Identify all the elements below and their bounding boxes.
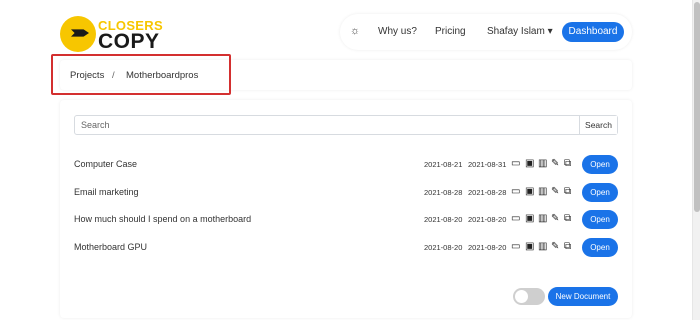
document-name[interactable]: How much should I spend on a motherboard xyxy=(74,214,251,224)
document-created-date: 2021-08-21 xyxy=(424,160,463,169)
folder-icon[interactable]: ▭ xyxy=(511,158,520,170)
document-name[interactable]: Motherboard GPU xyxy=(74,242,147,252)
document-created-date: 2021-08-20 xyxy=(424,243,463,252)
user-menu[interactable]: Shafay Islam ▾ xyxy=(487,26,553,37)
document-row: Motherboard GPU 2021-08-20 2021-08-20 ▭ … xyxy=(74,238,620,258)
logo-mark-icon xyxy=(60,16,96,52)
document-created-date: 2021-08-28 xyxy=(424,188,463,197)
view-toggle[interactable] xyxy=(513,288,545,305)
document-created-date: 2021-08-20 xyxy=(424,215,463,224)
document-name[interactable]: Email marketing xyxy=(74,187,139,197)
document-row: Computer Case 2021-08-21 2021-08-31 ▭ ▣ … xyxy=(74,155,620,175)
copy-icon[interactable]: ⧉ xyxy=(564,186,571,198)
folder-icon[interactable]: ▭ xyxy=(511,186,520,198)
page-scrollbar[interactable] xyxy=(692,0,700,320)
trash-icon[interactable]: ▥ xyxy=(538,186,547,198)
open-button[interactable]: Open xyxy=(582,183,618,202)
archive-icon[interactable]: ▣ xyxy=(525,241,534,253)
copy-icon[interactable]: ⧉ xyxy=(564,241,571,253)
trash-icon[interactable]: ▥ xyxy=(538,158,547,170)
copy-icon[interactable]: ⧉ xyxy=(564,213,571,225)
document-name[interactable]: Computer Case xyxy=(74,159,137,169)
copy-icon[interactable]: ⧉ xyxy=(564,158,571,170)
search-button[interactable]: Search xyxy=(579,116,617,134)
chevron-down-icon: ▾ xyxy=(547,26,553,37)
trash-icon[interactable]: ▥ xyxy=(538,241,547,253)
document-updated-date: 2021-08-31 xyxy=(468,160,507,169)
sun-icon[interactable]: ☼ xyxy=(350,25,360,37)
nav-pricing[interactable]: Pricing xyxy=(435,26,466,37)
document-row: Email marketing 2021-08-28 2021-08-28 ▭ … xyxy=(74,183,620,203)
open-button[interactable]: Open xyxy=(582,155,618,174)
dashboard-button[interactable]: Dashboard xyxy=(562,22,624,42)
edit-icon[interactable]: ✎ xyxy=(551,213,559,225)
search-input[interactable] xyxy=(75,116,581,134)
nav-why-us[interactable]: Why us? xyxy=(378,26,417,37)
open-button[interactable]: Open xyxy=(582,210,618,229)
document-row: How much should I spend on a motherboard… xyxy=(74,210,620,230)
folder-icon[interactable]: ▭ xyxy=(511,213,520,225)
open-button[interactable]: Open xyxy=(582,238,618,257)
archive-icon[interactable]: ▣ xyxy=(525,213,534,225)
edit-icon[interactable]: ✎ xyxy=(551,186,559,198)
document-updated-date: 2021-08-28 xyxy=(468,188,507,197)
edit-icon[interactable]: ✎ xyxy=(551,158,559,170)
highlight-box xyxy=(51,54,231,95)
document-updated-date: 2021-08-20 xyxy=(468,215,507,224)
search-bar: Search xyxy=(74,115,618,135)
edit-icon[interactable]: ✎ xyxy=(551,241,559,253)
scrollbar-thumb[interactable] xyxy=(694,2,700,212)
archive-icon[interactable]: ▣ xyxy=(525,186,534,198)
brand-logo[interactable]: CLOSERS COPY xyxy=(60,12,163,53)
user-name: Shafay Islam xyxy=(487,26,545,37)
document-updated-date: 2021-08-20 xyxy=(468,243,507,252)
folder-icon[interactable]: ▭ xyxy=(511,241,520,253)
new-document-button[interactable]: New Document xyxy=(548,287,618,306)
trash-icon[interactable]: ▥ xyxy=(538,213,547,225)
archive-icon[interactable]: ▣ xyxy=(525,158,534,170)
toggle-knob xyxy=(515,290,528,303)
top-nav: ☼ Why us? Pricing Shafay Islam ▾ Dashboa… xyxy=(340,14,632,50)
logo-text-line2: COPY xyxy=(98,30,160,53)
